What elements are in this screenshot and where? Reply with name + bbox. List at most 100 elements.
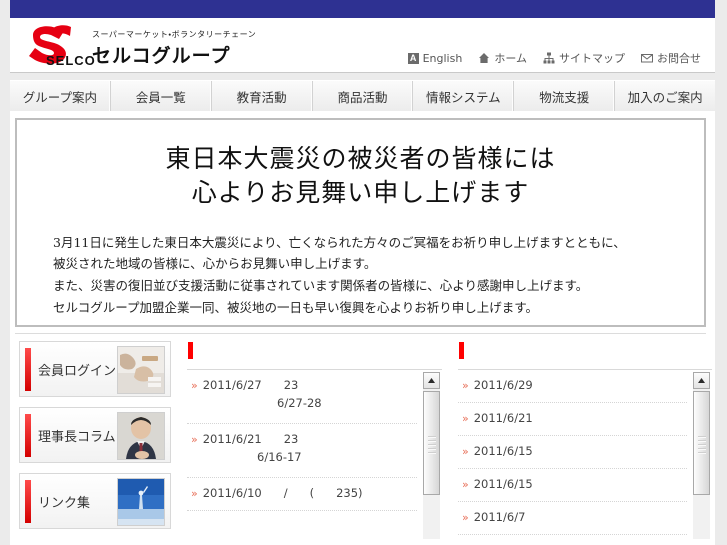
bullet-arrow-icon: » [462, 511, 469, 524]
nav-item-member-list[interactable]: 会員一覧 [111, 81, 212, 111]
notice-paragraph: 被災された地域の皆様に、心からお見舞い申し上げます。 [53, 256, 377, 272]
topics-scrollbar[interactable] [693, 372, 710, 539]
keyboard-hands-photo [117, 346, 165, 394]
topics-list: » 2011/6/29 » 2011/6/21 » 2011/6/15 » 20… [458, 370, 687, 541]
util-nav-label: English [422, 51, 463, 65]
news-scrollbar[interactable] [423, 372, 440, 539]
bullet-arrow-icon: » [191, 433, 198, 446]
nav-item-group-info[interactable]: グループ案内 [10, 81, 111, 111]
red-accent-bar [25, 414, 31, 457]
sidebar-item-member-login[interactable]: 会員ログイン [19, 341, 171, 397]
scrollbar-grip-icon [698, 436, 706, 454]
news-subtext: 6/27-28 [277, 396, 322, 410]
list-item[interactable]: » 2011/6/7 [458, 502, 687, 535]
list-item[interactable]: » 2011/6/27 23 6/27-28 [187, 370, 417, 424]
news-date: 2011/6/21 [473, 411, 533, 425]
lower-region: 会員ログイン 理事長コラム リンク集 » 2011/6/27 23 6/27-2… [15, 341, 712, 541]
nav-item-info-system[interactable]: 情報システム [413, 81, 515, 111]
nav-item-logistics[interactable]: 物流支援 [514, 81, 616, 111]
util-nav-item-sitemap[interactable]: サイトマップ [543, 50, 625, 66]
util-nav-label: お問合せ [657, 52, 701, 65]
news-title-count: 235) [336, 486, 363, 500]
sidebar-item-label: リンク集 [38, 496, 91, 511]
topics-panel-body: » 2011/6/29 » 2011/6/21 » 2011/6/15 » 20… [458, 370, 712, 541]
sidebar-item-label: 理事長コラム [38, 430, 116, 445]
language-badge-icon: A [407, 52, 419, 64]
scrollbar-track[interactable] [423, 389, 440, 539]
news-date: 2011/6/15 [473, 477, 533, 491]
notice-paragraph: 3月11日に発生した東日本大震災により、亡くなられた方々のご冥福をお祈り申し上げ… [53, 234, 626, 250]
home-icon [478, 52, 490, 64]
utility-nav: A English ホーム サイトマップ お問合せ [407, 50, 701, 66]
page-root: SELCO スーパーマーケット・ボランタリーチェーン セルコグループ A Eng… [0, 0, 727, 545]
news-date: 2011/6/7 [473, 510, 526, 524]
sidebar-item-links[interactable]: リンク集 [19, 473, 171, 529]
notice-paragraph: また、災害の復旧並び支援活動に従事されています関係者の皆様に、心より感謝申し上げ… [53, 278, 589, 294]
scrollbar-thumb[interactable] [693, 391, 710, 495]
news-title: 23 [283, 378, 299, 392]
notice-heading: 東日本大震災の被災者の皆様には 心よりお見舞い申し上げます [17, 142, 704, 210]
scroll-up-arrow-icon[interactable] [693, 372, 710, 389]
sidebar-item-label: 会員ログイン [38, 364, 117, 379]
scrollbar-track[interactable] [693, 389, 710, 539]
news-date: 2011/6/15 [473, 444, 533, 458]
list-item[interactable]: » 2011/6/29 [458, 370, 687, 403]
news-date: 2011/6/21 [202, 432, 262, 446]
news-date: 2011/6/27 [202, 378, 262, 392]
global-nav: グループ案内 会員一覧 教育活動 商品活動 情報システム 物流支援 加入のご案内 [10, 80, 715, 112]
news-panel: » 2011/6/27 23 6/27-28 » 2011/6/21 23 6/… [187, 341, 442, 541]
content-area: 東日本大震災の被災者の皆様には 心よりお見舞い申し上げます 3月11日に発生した… [10, 111, 715, 545]
sitemap-icon [543, 52, 555, 64]
list-item[interactable]: » 2011/6/15 [458, 469, 687, 502]
topics-panel-header [458, 341, 712, 370]
util-nav-item-english[interactable]: A English [407, 51, 463, 65]
util-nav-item-contact[interactable]: お問合せ [641, 50, 701, 66]
red-accent-bar [25, 348, 31, 391]
nav-item-education[interactable]: 教育活動 [212, 81, 313, 111]
scrollbar-grip-icon [428, 436, 436, 454]
notice-body: 3月11日に発生した東日本大震災により、亡くなられた方々のご冥福をお祈り申し上げ… [53, 232, 704, 320]
news-title: 23 [283, 432, 299, 446]
news-panel-header [187, 341, 442, 370]
news-title: / [283, 486, 288, 500]
scroll-up-arrow-icon[interactable] [423, 372, 440, 389]
selco-logo-mark-icon: SELCO [26, 23, 95, 68]
news-date: 2011/6/29 [473, 378, 533, 392]
bullet-arrow-icon: » [462, 412, 469, 425]
nav-item-join-guide[interactable]: 加入のご案内 [615, 81, 715, 111]
bullet-arrow-icon: » [191, 379, 198, 392]
top-color-band [10, 0, 715, 18]
util-nav-label: ホーム [494, 52, 527, 65]
red-accent-bar [188, 342, 193, 359]
red-accent-bar [459, 342, 464, 359]
util-nav-item-home[interactable]: ホーム [478, 50, 527, 66]
list-item[interactable]: » 2011/6/21 23 6/16-17 [187, 424, 417, 478]
sidebar: 会員ログイン 理事長コラム リンク集 [19, 341, 171, 539]
bullet-arrow-icon: » [462, 379, 469, 392]
logo-abbr: SELCO [46, 53, 96, 68]
red-accent-bar [25, 480, 31, 523]
bullet-arrow-icon: » [462, 445, 469, 458]
scrollbar-thumb[interactable] [423, 391, 440, 495]
earthquake-condolence-notice: 東日本大震災の被災者の皆様には 心よりお見舞い申し上げます 3月11日に発生した… [15, 118, 706, 327]
bullet-arrow-icon: » [191, 487, 198, 500]
chairman-portrait-photo [117, 412, 165, 460]
blue-sky-statue-photo [117, 478, 165, 526]
site-logo[interactable]: SELCO スーパーマーケット・ボランタリーチェーン セルコグループ [26, 23, 256, 68]
logo-tagline: スーパーマーケット・ボランタリーチェーン [92, 30, 257, 39]
topics-panel: » 2011/6/29 » 2011/6/21 » 2011/6/15 » 20… [458, 341, 712, 541]
mail-icon [641, 52, 653, 64]
list-item[interactable]: » 2011/6/21 [458, 403, 687, 436]
list-item[interactable]: » 2011/6/10 / ( 235) [187, 478, 417, 511]
section-divider [15, 333, 706, 334]
news-title-paren-open: ( [309, 486, 315, 500]
sidebar-item-chairman-column[interactable]: 理事長コラム [19, 407, 171, 463]
news-subtext: 6/16-17 [257, 450, 302, 464]
list-item[interactable]: » 2011/6/15 [458, 436, 687, 469]
notice-paragraph: セルコグループ加盟企業一同、被災地の一日も早い復興を心よりお祈り申し上げます。 [53, 300, 539, 316]
news-list: » 2011/6/27 23 6/27-28 » 2011/6/21 23 6/… [187, 370, 417, 541]
logo-wordmark: スーパーマーケット・ボランタリーチェーン セルコグループ [92, 29, 256, 68]
logo-name: セルコグループ [92, 45, 231, 67]
site-header: SELCO スーパーマーケット・ボランタリーチェーン セルコグループ A Eng… [10, 18, 715, 73]
nav-item-products[interactable]: 商品活動 [313, 81, 414, 111]
